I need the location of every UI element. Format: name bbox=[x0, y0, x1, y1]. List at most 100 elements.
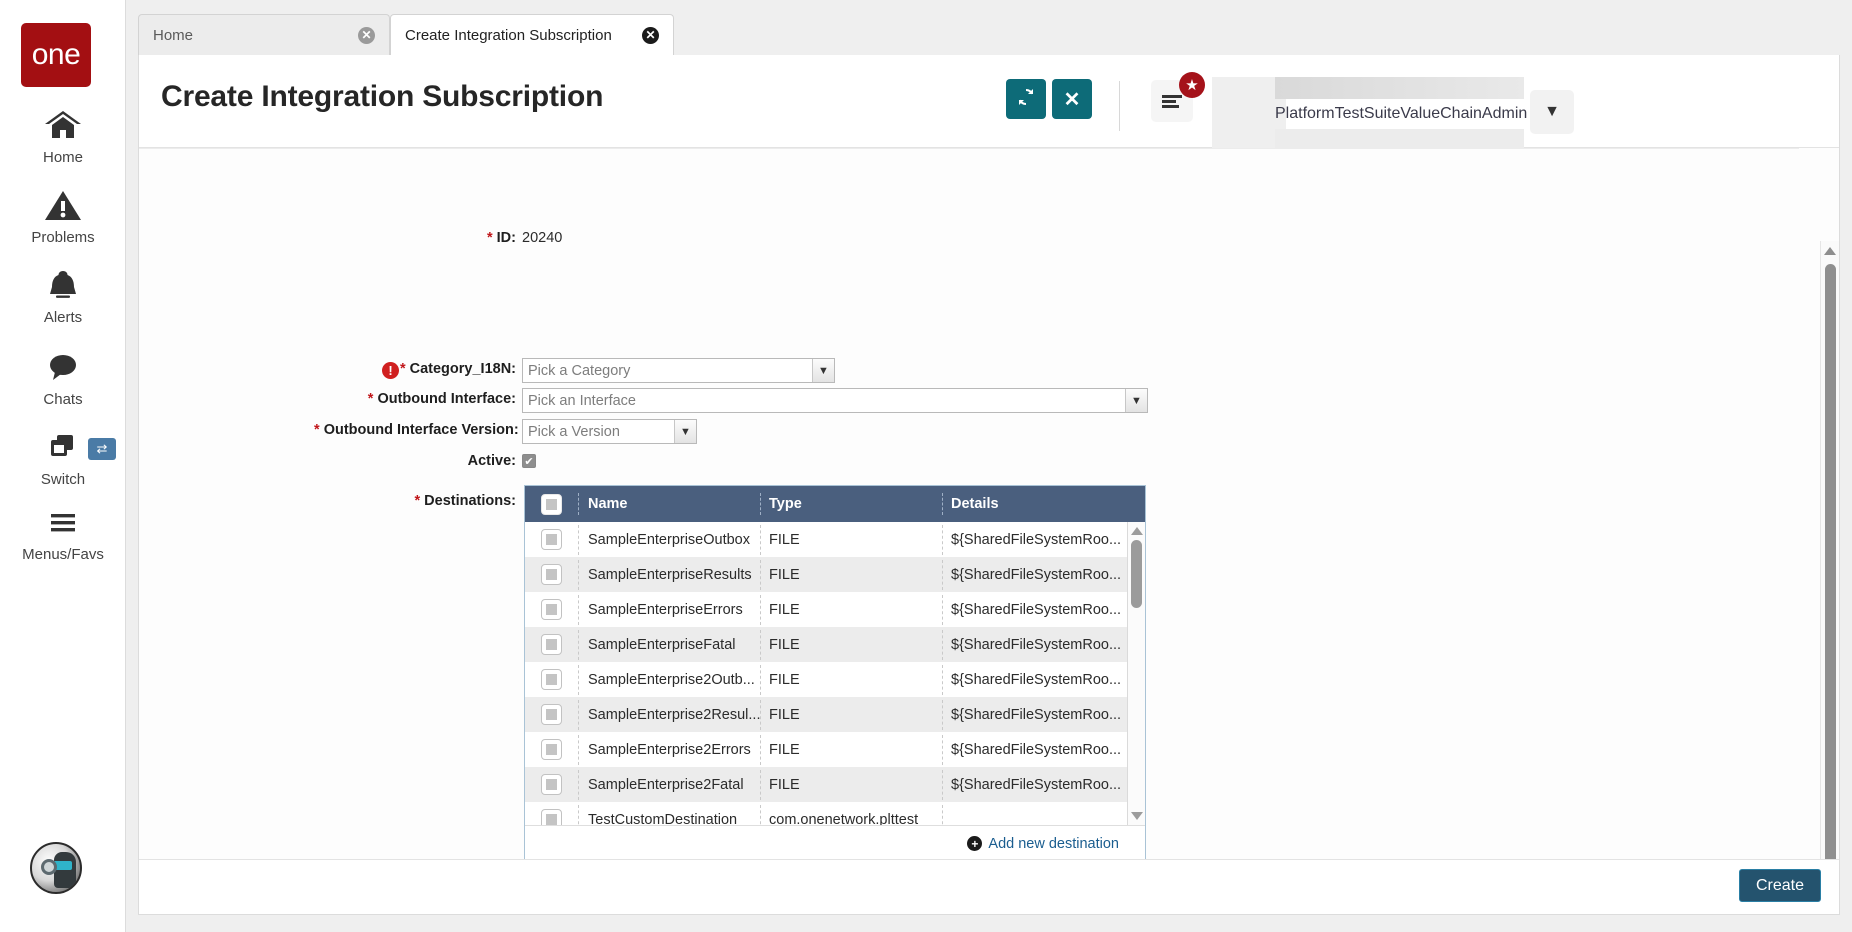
destinations-rows: SampleEnterpriseOutbox FILE ${SharedFileSy… bbox=[525, 522, 1145, 825]
cell-details: ${SharedFileSystemRoo... bbox=[942, 699, 1145, 730]
field-id-label-text: ID: bbox=[496, 230, 516, 246]
field-id: * ID: 20240 bbox=[314, 227, 562, 249]
rail-label-problems: Problems bbox=[31, 229, 95, 246]
rail-item-problems[interactable]: Problems bbox=[0, 188, 126, 246]
cell-name: SampleEnterpriseErrors bbox=[578, 594, 760, 625]
rail-label-menus-favs: Menus/Favs bbox=[22, 546, 104, 563]
row-select-cell[interactable] bbox=[525, 774, 578, 795]
row-checkbox[interactable] bbox=[541, 809, 562, 825]
active-checkbox[interactable]: ✔ bbox=[522, 454, 536, 468]
row-checkbox[interactable] bbox=[541, 529, 562, 550]
row-select-cell[interactable] bbox=[525, 564, 578, 585]
scroll-up-arrow-icon[interactable] bbox=[1131, 527, 1143, 535]
row-checkbox[interactable] bbox=[541, 704, 562, 725]
row-select-cell[interactable] bbox=[525, 634, 578, 655]
row-select-cell[interactable] bbox=[525, 809, 578, 825]
scroll-up-arrow-icon[interactable] bbox=[1824, 247, 1836, 255]
rail-item-menus-favs[interactable]: Menus/Favs bbox=[0, 505, 126, 563]
row-select-cell[interactable] bbox=[525, 739, 578, 760]
category-select[interactable]: Pick a Category ▼ bbox=[522, 358, 835, 383]
destinations-table: Name Type Details SampleEnterpriseOutbox… bbox=[524, 485, 1146, 860]
row-select-cell[interactable] bbox=[525, 529, 578, 550]
table-row[interactable]: TestCustomDestination com.onenetwork.pltt… bbox=[525, 802, 1145, 825]
rail-item-home[interactable]: Home bbox=[0, 108, 126, 166]
cell-type: FILE bbox=[760, 664, 942, 695]
cell-name: SampleEnterprise2Fatal bbox=[578, 769, 760, 800]
table-row[interactable]: SampleEnterpriseOutbox FILE ${SharedFileSy… bbox=[525, 522, 1145, 557]
page-shell: Create Integration Subscription ✕ ★ Plat… bbox=[138, 55, 1840, 915]
robot-assistant-avatar[interactable] bbox=[30, 842, 82, 894]
refresh-button[interactable] bbox=[1006, 79, 1046, 119]
rail-item-chats[interactable]: Chats bbox=[0, 350, 126, 408]
cell-details: ${SharedFileSystemRoo... bbox=[942, 664, 1145, 695]
create-button[interactable]: Create bbox=[1738, 869, 1821, 902]
table-row[interactable]: SampleEnterprise2Outb... FILE ${SharedFile… bbox=[525, 662, 1145, 697]
row-checkbox[interactable] bbox=[541, 599, 562, 620]
rail-item-switch[interactable]: ⇄ Switch bbox=[0, 430, 126, 488]
row-select-cell[interactable] bbox=[525, 704, 578, 725]
row-checkbox[interactable] bbox=[541, 564, 562, 585]
tab-strip: Home ✕ Create Integration Subscription ✕ bbox=[126, 0, 1852, 58]
cell-name: SampleEnterpriseResults bbox=[578, 559, 760, 590]
destinations-scroll-thumb[interactable] bbox=[1131, 540, 1142, 608]
field-outbound-interface-label-text: Outbound Interface: bbox=[377, 391, 516, 407]
rail-label-chats: Chats bbox=[43, 391, 83, 408]
avatar-head-shape bbox=[54, 852, 76, 888]
column-header-type[interactable]: Type bbox=[760, 493, 942, 515]
row-checkbox[interactable] bbox=[541, 634, 562, 655]
form-body: * ID: 20240 ! * Category_I18N: Pick a Ca… bbox=[139, 148, 1799, 860]
cell-name: SampleEnterprise2Resul... bbox=[578, 699, 760, 730]
table-row[interactable]: SampleEnterprise2Resul... FILE ${SharedFil… bbox=[525, 697, 1145, 732]
left-nav-rail: one Home Problems Alerts Chats ⇄ Switch bbox=[0, 0, 126, 932]
destinations-scrollbar[interactable] bbox=[1127, 522, 1145, 825]
plus-circle-icon: + bbox=[967, 836, 983, 851]
add-new-destination-link[interactable]: + Add new destination bbox=[967, 836, 1119, 852]
outbound-interface-version-select[interactable]: Pick a Version ▼ bbox=[522, 419, 697, 444]
column-header-details[interactable]: Details bbox=[942, 493, 1145, 515]
tab-create-integration-subscription[interactable]: Create Integration Subscription ✕ bbox=[390, 14, 674, 58]
cell-details bbox=[942, 804, 1145, 825]
row-checkbox[interactable] bbox=[541, 774, 562, 795]
cell-details: ${SharedFileSystemRoo... bbox=[942, 629, 1145, 660]
chevron-down-icon[interactable]: ▼ bbox=[1530, 90, 1574, 134]
select-all-cell[interactable] bbox=[525, 493, 578, 515]
select-all-checkbox[interactable] bbox=[541, 493, 562, 515]
cell-details: ${SharedFileSystemRoo... bbox=[942, 524, 1145, 555]
table-row[interactable]: SampleEnterpriseFatal FILE ${SharedFileSys… bbox=[525, 627, 1145, 662]
user-menu[interactable]: PlatformTestSuiteValueChainAdmin ▼ bbox=[1275, 77, 1585, 148]
table-row[interactable]: SampleEnterpriseResults FILE ${SharedFileS… bbox=[525, 557, 1145, 592]
chevron-down-icon: ▼ bbox=[674, 420, 696, 443]
chevron-down-icon: ▼ bbox=[1125, 389, 1147, 412]
page-footer: Create bbox=[139, 859, 1839, 914]
row-checkbox[interactable] bbox=[541, 669, 562, 690]
one-logo[interactable]: one bbox=[21, 23, 91, 87]
table-row[interactable]: SampleEnterprise2Errors FILE ${SharedFileS… bbox=[525, 732, 1145, 767]
field-outbound-interface-version: * Outbound Interface Version: Pick a Ver… bbox=[314, 419, 697, 444]
chats-bubble-icon bbox=[0, 350, 126, 390]
table-row[interactable]: SampleEnterpriseErrors FILE ${SharedFileSy… bbox=[525, 592, 1145, 627]
scroll-down-arrow-icon[interactable] bbox=[1131, 812, 1143, 820]
field-outbound-interface: * Outbound Interface: Pick an Interface … bbox=[314, 388, 1148, 413]
row-select-cell[interactable] bbox=[525, 669, 578, 690]
tab-create-label: Create Integration Subscription bbox=[405, 26, 612, 44]
row-select-cell[interactable] bbox=[525, 599, 578, 620]
swap-arrows-icon[interactable]: ⇄ bbox=[88, 438, 116, 460]
rail-label-alerts: Alerts bbox=[43, 309, 83, 326]
table-row[interactable]: SampleEnterprise2Fatal FILE ${SharedFileSy… bbox=[525, 767, 1145, 802]
column-header-name[interactable]: Name bbox=[578, 493, 760, 515]
cell-type: FILE bbox=[760, 629, 942, 660]
field-active-label-text: Active: bbox=[467, 453, 516, 469]
outbound-interface-select[interactable]: Pick an Interface ▼ bbox=[522, 388, 1148, 413]
field-destinations-label-row: * Destinations: bbox=[314, 490, 522, 512]
form-scrollbar[interactable] bbox=[1820, 241, 1839, 860]
form-scroll-thumb[interactable] bbox=[1825, 264, 1836, 860]
cancel-button[interactable]: ✕ bbox=[1052, 79, 1092, 119]
form-card: * ID: 20240 ! * Category_I18N: Pick a Ca… bbox=[139, 148, 1839, 860]
cell-details: ${SharedFileSystemRoo... bbox=[942, 559, 1145, 590]
star-icon[interactable]: ★ bbox=[1179, 72, 1205, 98]
rail-item-alerts[interactable]: Alerts bbox=[0, 268, 126, 326]
close-circle-icon[interactable]: ✕ bbox=[642, 26, 659, 44]
row-checkbox[interactable] bbox=[541, 739, 562, 760]
close-circle-icon[interactable]: ✕ bbox=[358, 26, 375, 44]
tab-home[interactable]: Home ✕ bbox=[138, 14, 390, 55]
